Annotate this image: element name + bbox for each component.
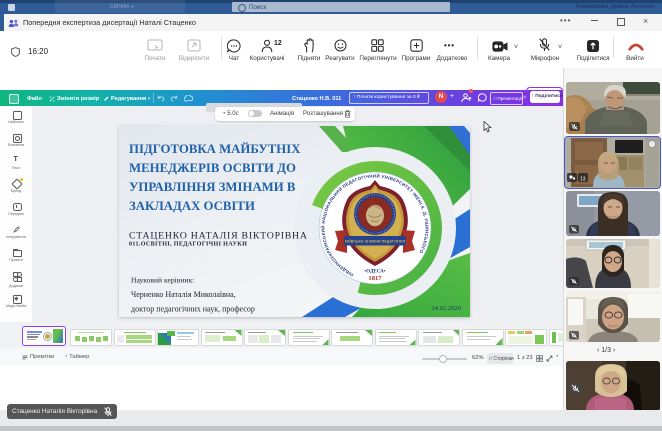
svg-text:МЕНЕДЖЕРІВ ОСВІТИ ДО: МЕНЕДЖЕРІВ ОСВІТИ ДО [129,161,296,175]
svg-text:13: 13 [580,177,586,183]
svg-text:КИЇВСЬКА ІЗ ВІКНИ ПЕДАГОГІКИ: КИЇВСЬКА ІЗ ВІКНИ ПЕДАГОГІКИ [345,240,406,244]
svg-text:24.02.2026: 24.02.2026 [431,305,461,312]
svg-text:011.ОСВІТНІ, ПЕДАГОГІЧНІ НАУКИ: 011.ОСВІТНІ, ПЕДАГОГІЧНІ НАУКИ [129,242,247,248]
svg-text:доктор педагогічних наук, проф: доктор педагогічних наук, професор [131,305,255,314]
svg-text:Черненко Наталія Миколаївна,: Черненко Наталія Миколаївна, [131,290,236,299]
svg-text:1817: 1817 [368,275,382,282]
svg-text:Науковий керівник:: Науковий керівник: [131,276,194,285]
svg-text:ЗАКЛАДАХ ОСВІТИ: ЗАКЛАДАХ ОСВІТИ [129,199,255,213]
svg-text:УПРАВЛІННЯ ЗМІНАМИ В: УПРАВЛІННЯ ЗМІНАМИ В [129,180,296,194]
svg-text:ПІДГОТОВКА МАЙБУТНІХ: ПІДГОТОВКА МАЙБУТНІХ [129,142,301,156]
svg-text:•ОДЕСА•: •ОДЕСА• [365,270,386,275]
svg-text:СТАЦЕНКО НАТАЛІЯ ВІКТОРІВНА: СТАЦЕНКО НАТАЛІЯ ВІКТОРІВНА [129,231,308,242]
